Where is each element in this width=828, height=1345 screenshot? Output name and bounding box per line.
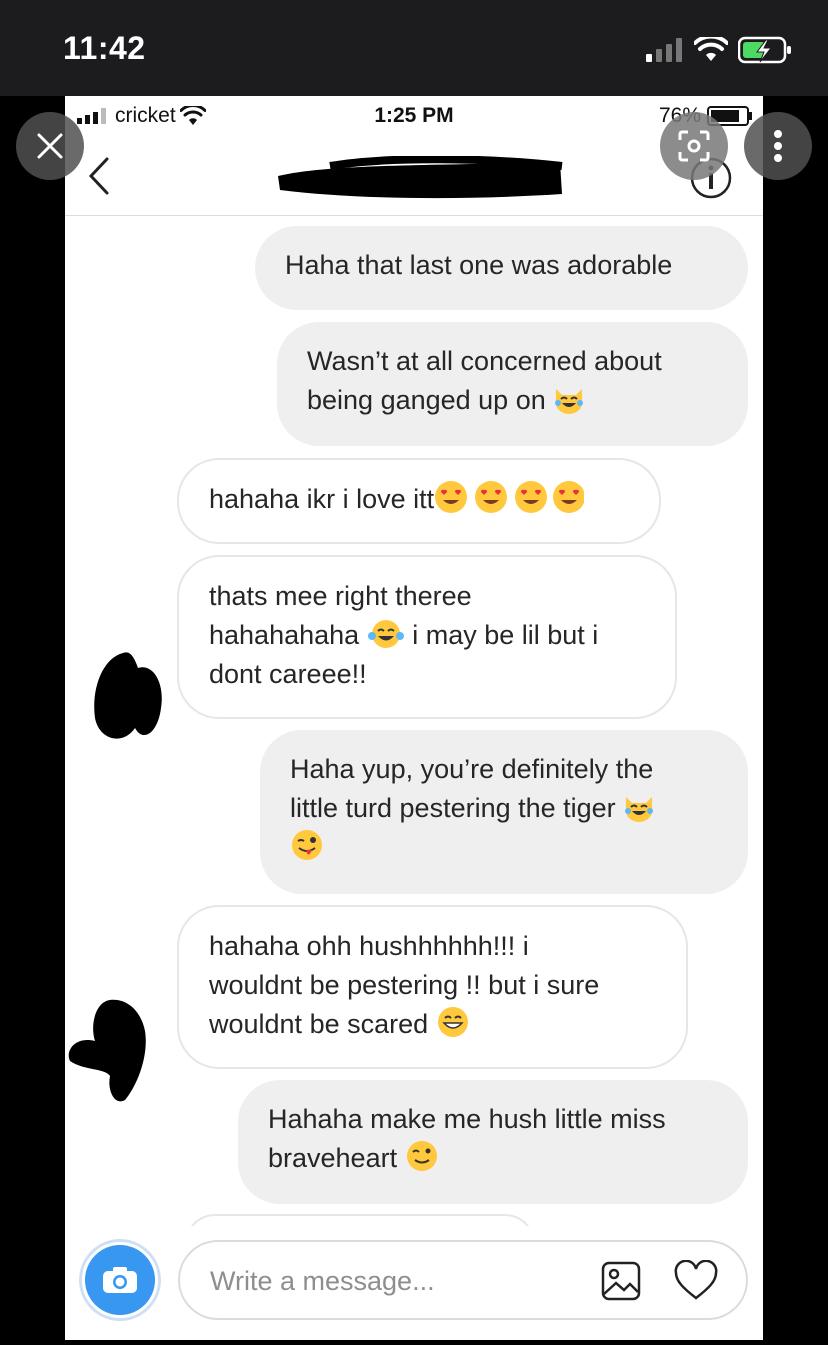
message-line: Wasn’t at all concerned about: [307, 346, 662, 376]
more-vertical-icon: [774, 130, 782, 162]
message-text: hahaha ikr i love itt: [209, 484, 435, 514]
message-line: wouldnt be pestering !! but i sure: [209, 970, 600, 1000]
inner-status-bar: cricket 1:25 PM 76%: [65, 96, 763, 136]
redacted-avatar: [68, 999, 146, 1102]
message-line: wouldnt be scared: [209, 1009, 429, 1039]
camera-icon: [103, 1267, 137, 1293]
message-line: Haha yup, you’re definitely the: [290, 754, 654, 784]
message-line: hahahahaha: [209, 620, 360, 650]
outer-status-bar: 11:42: [0, 0, 828, 96]
lens-button[interactable]: [660, 112, 728, 180]
lens-icon: [678, 130, 710, 162]
message-line: hahaha ohh hushhhhhh!!! i: [209, 931, 529, 961]
winking-tongue-emoji-icon: [292, 830, 322, 860]
cat-tears-of-joy-emoji-icon: [555, 389, 584, 414]
heart-eyes-emoji-icon: [435, 481, 585, 513]
grinning-emoji-icon: [437, 1007, 468, 1037]
chat-header: [65, 136, 763, 216]
outer-status-icons: [646, 36, 792, 64]
wink-emoji-icon: [406, 1141, 437, 1171]
redacted-username: [278, 156, 563, 199]
message-line: i may be lil but i: [412, 620, 599, 650]
wifi-icon: [694, 37, 728, 61]
heart-icon[interactable]: [673, 1260, 719, 1302]
close-icon: [37, 133, 63, 159]
more-options-button[interactable]: [744, 112, 812, 180]
message-bubble-sent: Haha yup, you’re definitely the little t…: [260, 730, 748, 894]
message-line: little turd pestering the tiger: [290, 793, 616, 823]
message-line: Hahaha make me hush little miss: [268, 1104, 666, 1134]
message-bubble-sent: Wasn’t at all concerned about being gang…: [277, 322, 748, 446]
camera-button[interactable]: [79, 1239, 161, 1321]
message-line: dont careee!!: [209, 659, 367, 689]
message-bubble-received: thats mee right theree hahahahaha i may …: [177, 555, 677, 719]
gallery-icon[interactable]: [600, 1260, 642, 1302]
message-input[interactable]: [210, 1262, 590, 1300]
message-composer: [65, 1226, 763, 1340]
message-bubble-sent: Hahaha make me hush little miss bravehea…: [238, 1080, 748, 1204]
screenshot-image: cricket 1:25 PM 76%: [65, 96, 763, 1340]
message-bubble-sent: Haha that last one was adorable: [255, 226, 748, 310]
cat-tears-of-joy-emoji-icon: [625, 797, 654, 822]
message-input-container: [178, 1240, 748, 1320]
back-chevron-icon[interactable]: [87, 156, 111, 196]
redacted-avatar: [94, 652, 162, 739]
close-button[interactable]: [16, 112, 84, 180]
message-text: Haha that last one was adorable: [285, 250, 673, 280]
outer-clock: 11:42: [63, 30, 146, 66]
battery-charging-icon: [738, 36, 791, 64]
message-line: braveheart: [268, 1143, 398, 1173]
message-bubble-received: hahaha ohh hushhhhhh!!! i wouldnt be pes…: [177, 905, 688, 1069]
tears-of-joy-emoji-icon: [367, 620, 404, 648]
signal-icon: [646, 38, 682, 62]
message-line: thats mee right theree: [209, 581, 472, 611]
message-bubble-received: hahaha ikr i love itt: [177, 458, 661, 544]
message-line: being ganged up on: [307, 385, 546, 415]
